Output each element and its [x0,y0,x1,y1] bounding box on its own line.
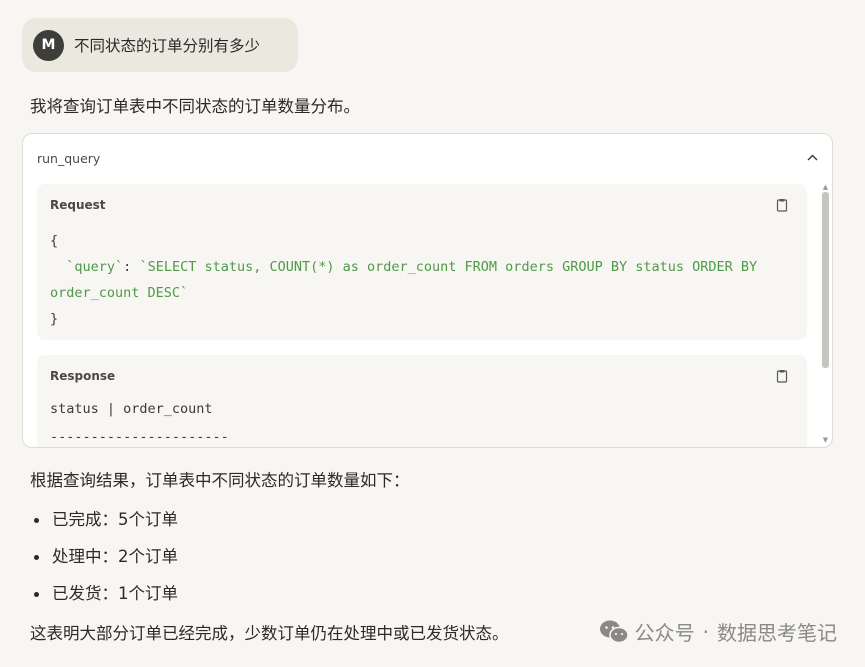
list-item-text: 处理中：2个订单 [52,547,178,566]
code-colon: : [123,259,140,275]
copy-response-button[interactable] [776,368,790,383]
scroll-up-arrow[interactable]: ▲ [822,184,829,191]
list-item: 处理中：2个订单 [34,544,178,581]
response-output: status | order_count -------------------… [50,395,229,447]
bullet [34,518,39,523]
scroll-down-arrow[interactable]: ▼ [822,437,829,444]
collapse-button[interactable] [804,149,820,165]
request-code: { `query`: `SELECT status, COUNT(*) as o… [50,228,793,332]
wechat-icon [599,620,629,643]
copy-request-button[interactable] [776,197,790,212]
clipboard-icon [776,370,788,383]
user-message-text: 不同状态的订单分别有多少 [74,37,261,55]
user-message-bubble: M 不同状态的订单分别有多少 [22,18,298,72]
scrollbar-thumb[interactable] [822,192,829,368]
list-item-text: 已完成：5个订单 [52,510,178,529]
watermark: 公众号 · 数据思考笔记 [599,617,837,646]
request-label: Request [50,198,106,212]
watermark-left: 公众号 [634,621,695,645]
bullet [34,592,39,597]
results-summary-text: 根据查询结果，订单表中不同状态的订单数量如下： [30,471,410,490]
list-item: 已完成：5个订单 [34,507,178,544]
assistant-intro-text: 我将查询订单表中不同状态的订单数量分布。 [30,97,360,116]
code-key: `query` [50,259,124,275]
list-item-text: 已发货：1个订单 [52,584,178,603]
clipboard-icon [776,199,788,212]
chevron-up-icon [807,154,817,160]
results-list: 已完成：5个订单 处理中：2个订单 已发货：1个订单 [34,507,178,618]
response-panel: Response status | order_count ----------… [37,355,807,447]
watermark-right: 数据思考笔记 [717,621,837,645]
watermark-separator: · [702,619,709,644]
tool-call-card: run_query Request { `query`: `SELECT sta… [22,133,833,448]
response-label: Response [50,369,116,383]
chat-page: M 不同状态的订单分别有多少 我将查询订单表中不同状态的订单数量分布。 run_… [0,0,865,667]
response-line: ---------------------- [50,429,229,445]
code-query-value: `SELECT status, COUNT(*) as order_count … [50,259,766,301]
bullet [34,555,39,560]
code-close-brace: } [50,311,59,327]
list-item: 已发货：1个订单 [34,581,178,618]
code-open-brace: { [50,233,59,249]
tool-name: run_query [37,151,101,166]
response-line: status | order_count [50,401,213,417]
user-avatar: M [33,29,64,61]
conclusion-text: 这表明大部分订单已经完成，少数订单仍在处理中或已发货状态。 [30,624,509,643]
request-panel: Request { `query`: `SELECT status, COUNT… [37,184,807,340]
